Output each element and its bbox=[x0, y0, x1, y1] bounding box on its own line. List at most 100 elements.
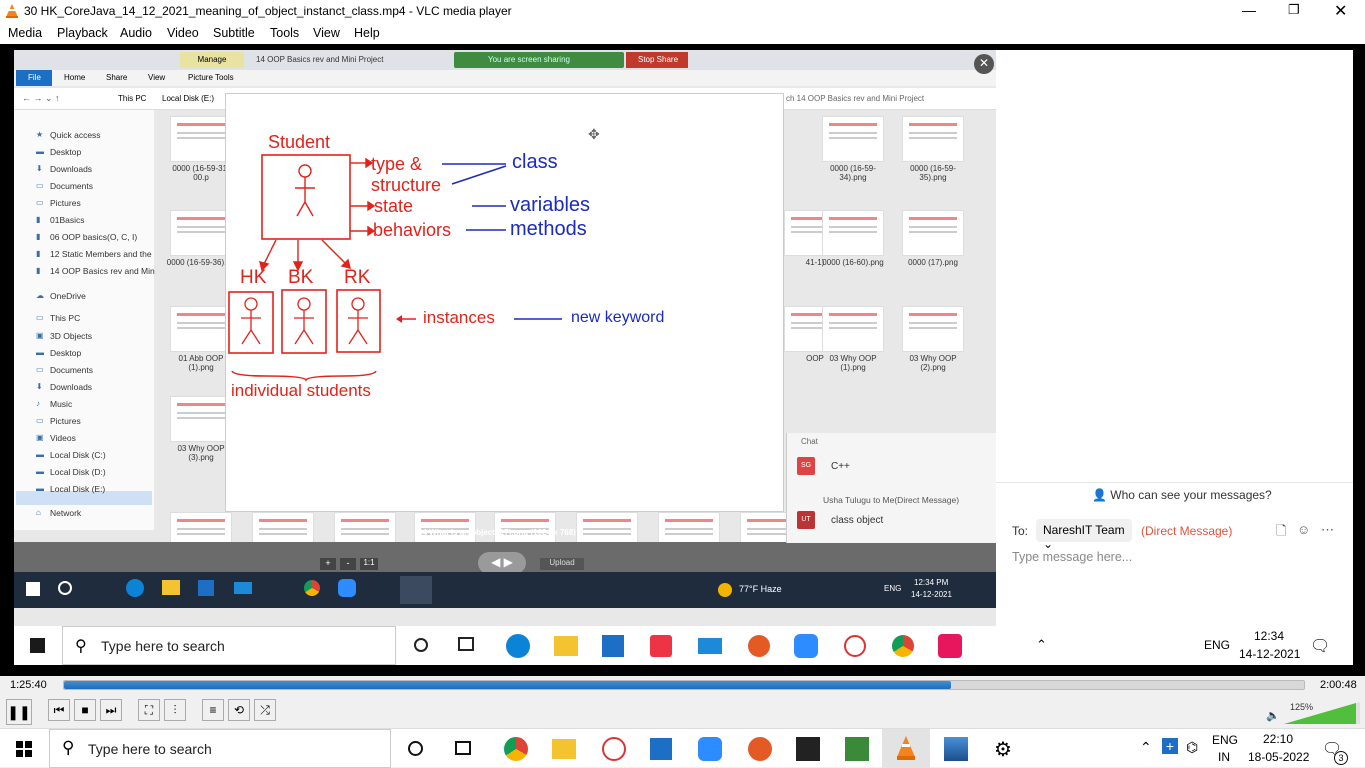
ribbon-view-tab[interactable]: View bbox=[148, 73, 165, 82]
menu-playback[interactable]: Playback bbox=[57, 26, 108, 40]
tray-chevron-icon[interactable]: ⌃ bbox=[1036, 637, 1047, 653]
cortana-icon-host[interactable] bbox=[408, 741, 423, 756]
loop-button[interactable]: ⟲ bbox=[228, 699, 250, 721]
previous-button[interactable]: ⏮ bbox=[48, 699, 70, 721]
nav-item[interactable]: 12 Static Members and the ▮ bbox=[36, 249, 152, 259]
nav-item[interactable]: 01Basics ▮ bbox=[36, 215, 85, 225]
nav-item[interactable]: Pictures ▭ bbox=[36, 416, 81, 426]
menu-tools[interactable]: Tools bbox=[270, 26, 299, 40]
ribbon-picture-tools-tab[interactable]: Picture Tools bbox=[188, 73, 234, 82]
explorer-icon-host[interactable] bbox=[552, 739, 576, 759]
settings-gear-icon[interactable]: ⚙ bbox=[994, 737, 1012, 762]
file-thumbnail[interactable] bbox=[170, 116, 232, 162]
store-icon-2[interactable] bbox=[602, 635, 624, 657]
more-icon[interactable]: ⋯ bbox=[1321, 522, 1334, 538]
close-button[interactable]: ✕ bbox=[1334, 1, 1347, 21]
tray-chevron-icon-host[interactable]: ⌃ bbox=[1140, 739, 1152, 756]
pause-button[interactable]: ❚❚ bbox=[6, 699, 32, 725]
nav-item[interactable]: Local Disk (D:) ▬ bbox=[36, 467, 106, 477]
nav-item[interactable]: OneDrive ☁ bbox=[36, 291, 86, 301]
nav-item[interactable]: Quick access ★ bbox=[36, 130, 101, 140]
zoom-minus-button[interactable]: - bbox=[340, 558, 356, 570]
store-icon-host[interactable] bbox=[650, 738, 672, 760]
recipient-dropdown[interactable]: NareshIT Team ⌄ bbox=[1036, 519, 1132, 551]
file-thumbnail[interactable] bbox=[170, 210, 232, 256]
stop-button[interactable]: ■ bbox=[74, 699, 96, 721]
nav-item[interactable]: 06 OOP basics(O, C, I) ▮ bbox=[36, 232, 137, 242]
edge-icon-2[interactable] bbox=[506, 634, 530, 658]
nav-item[interactable]: Desktop ▬ bbox=[36, 348, 81, 358]
emoji-icon[interactable]: ☺ bbox=[1297, 522, 1310, 537]
photos-icon-2[interactable] bbox=[938, 634, 962, 658]
nav-item[interactable]: Music ♪ bbox=[36, 399, 72, 409]
fullscreen-button[interactable]: ⛶ bbox=[138, 699, 160, 721]
zoom-plus-button[interactable]: + bbox=[320, 558, 336, 570]
file-thumbnail[interactable] bbox=[822, 210, 884, 256]
zoom-icon-2[interactable] bbox=[794, 634, 818, 658]
ribbon-share-tab[interactable]: Share bbox=[106, 73, 127, 82]
task-view-icon-host[interactable] bbox=[455, 741, 471, 755]
menu-audio[interactable]: Audio bbox=[120, 26, 152, 40]
address-thispc[interactable]: This PC bbox=[118, 94, 146, 103]
menu-video[interactable]: Video bbox=[167, 26, 199, 40]
zoom-icon-host[interactable] bbox=[698, 737, 722, 761]
ribbon-home-tab[interactable]: Home bbox=[64, 73, 85, 82]
file-thumbnail[interactable] bbox=[170, 306, 232, 352]
extended-settings-button[interactable]: ⫶ bbox=[164, 699, 186, 721]
next-button[interactable]: ⏭ bbox=[100, 699, 122, 721]
network-icon[interactable]: ⌬ bbox=[1186, 739, 1198, 756]
notification-icon[interactable]: 🗨 bbox=[1310, 636, 1330, 656]
chrome-icon-host[interactable] bbox=[504, 737, 528, 761]
minimize-button[interactable]: — bbox=[1242, 2, 1256, 18]
file-thumbnail[interactable] bbox=[170, 396, 232, 442]
outer-search-box[interactable]: ⚲ Type here to search bbox=[62, 626, 396, 665]
viewer-play-button[interactable]: ◀ ▶ bbox=[478, 552, 526, 574]
file-thumbnail[interactable] bbox=[902, 306, 964, 352]
frame-close-icon[interactable]: ✕ bbox=[974, 54, 994, 74]
stop-share-button[interactable]: Stop Share bbox=[626, 52, 688, 68]
menu-help[interactable]: Help bbox=[354, 26, 380, 40]
explorer-icon-2[interactable] bbox=[554, 636, 578, 656]
nav-arrows-icon[interactable]: ← → ⌄ ↑ bbox=[22, 93, 60, 104]
nav-item[interactable]: This PC ▭ bbox=[36, 313, 80, 323]
nav-item[interactable]: Downloads ⬇ bbox=[36, 164, 92, 174]
recorder-icon[interactable] bbox=[748, 635, 770, 657]
message-input[interactable]: Type message here... bbox=[1012, 550, 1132, 564]
photos-icon-host[interactable] bbox=[944, 737, 968, 761]
menu-view[interactable]: View bbox=[313, 26, 340, 40]
playlist-button[interactable]: ≡ bbox=[202, 699, 224, 721]
file-thumbnail[interactable] bbox=[822, 306, 884, 352]
nav-item[interactable]: Local Disk (C:) ▬ bbox=[36, 450, 106, 460]
file-thumbnail[interactable] bbox=[822, 116, 884, 162]
viewer-upload-button[interactable]: Upload bbox=[540, 558, 584, 570]
nav-item[interactable]: Documents ▭ bbox=[36, 181, 93, 191]
nav-item[interactable]: Pictures ▭ bbox=[36, 198, 81, 208]
address-disk[interactable]: Local Disk (E:) bbox=[162, 94, 214, 103]
file-thumbnail[interactable] bbox=[902, 210, 964, 256]
nav-item[interactable]: Videos ▣ bbox=[36, 433, 76, 443]
snipping-icon[interactable] bbox=[844, 635, 866, 657]
snipping-icon-host[interactable] bbox=[602, 737, 626, 761]
nav-item[interactable]: Documents ▭ bbox=[36, 365, 93, 375]
restore-button[interactable]: ❐ bbox=[1288, 2, 1300, 18]
file-icon[interactable]: 🗋 bbox=[1276, 522, 1286, 544]
menu-subtitle[interactable]: Subtitle bbox=[213, 26, 255, 40]
zoom-11-button[interactable]: 1:1 bbox=[360, 558, 378, 570]
notepad-icon[interactable] bbox=[845, 737, 869, 761]
sticky-notes-icon[interactable] bbox=[796, 737, 820, 761]
chrome-icon-2[interactable] bbox=[892, 635, 914, 657]
nav-item[interactable]: Local Disk (E:) ▬ bbox=[36, 484, 105, 494]
shuffle-button[interactable]: ⤮ bbox=[254, 699, 276, 721]
nav-item[interactable]: Downloads ⬇ bbox=[36, 382, 92, 392]
mail-icon-2[interactable] bbox=[698, 638, 722, 654]
taskbar-search-box[interactable]: ⚲ Type here to search bbox=[49, 729, 391, 768]
ribbon-file-tab[interactable]: File bbox=[16, 70, 52, 86]
speaker-icon[interactable]: 🔈 bbox=[1266, 709, 1280, 722]
nav-item[interactable]: Desktop ▬ bbox=[36, 147, 81, 157]
nav-item[interactable]: 14 OOP Basics rev and Min ▮ bbox=[36, 266, 155, 276]
cortana-icon-2[interactable] bbox=[414, 638, 428, 652]
search-hint[interactable]: ch 14 OOP Basics rev and Mini Project bbox=[786, 94, 924, 103]
tray-plus-icon[interactable]: + bbox=[1162, 738, 1178, 754]
task-view-icon[interactable] bbox=[458, 637, 474, 651]
who-can-see-link[interactable]: 👤 Who can see your messages? bbox=[1092, 488, 1272, 502]
